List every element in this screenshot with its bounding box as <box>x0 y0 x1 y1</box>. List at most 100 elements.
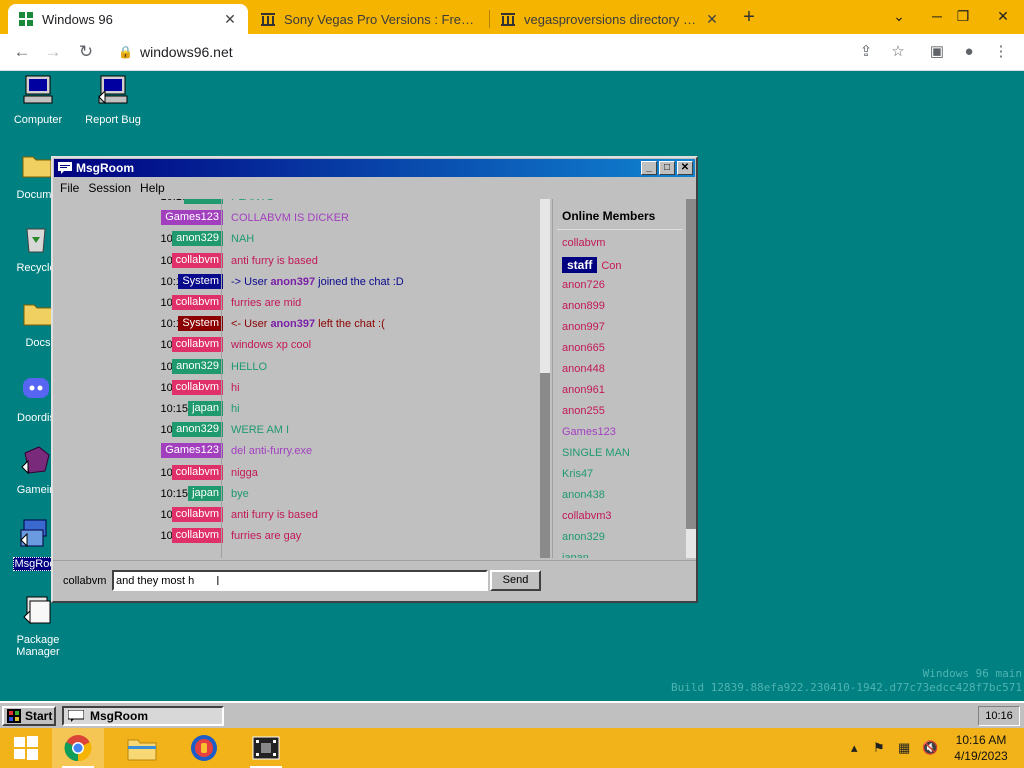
member-name: anon438 <box>562 489 605 501</box>
back-button[interactable]: ← <box>9 39 35 65</box>
system-clock: 10:16 <box>978 706 1020 726</box>
member-item[interactable]: SINGLE MAN <box>562 447 630 459</box>
message-username-badge[interactable]: collabvm <box>171 464 223 480</box>
more-menu-icon[interactable]: ⋮ <box>990 41 1012 63</box>
chat-log[interactable]: 10:15 AMKris47PLANTS10:15 AMGames123COLL… <box>55 199 542 558</box>
system-tray-clock[interactable]: 10:16 AM 4/19/2023 <box>950 732 1012 764</box>
close-tab-icon[interactable]: ✕ <box>222 11 238 28</box>
chat-message: 10:15 AMGames123COLLABVM IS DICKER <box>55 207 542 228</box>
share-icon[interactable]: ⇪ <box>855 41 877 63</box>
message-username-badge[interactable]: japan <box>188 485 223 501</box>
profile-avatar-icon[interactable]: ● <box>958 41 980 63</box>
vpn-shield-icon <box>191 735 217 761</box>
chat-scrollbar[interactable] <box>540 199 550 558</box>
network-icon[interactable]: ▦ <box>898 740 910 756</box>
chat-message: 10:15 AMSystem-> User anon397 joined the… <box>55 271 542 292</box>
close-button[interactable]: ✕ <box>677 161 693 175</box>
member-item[interactable]: anon726 <box>562 279 605 291</box>
message-text: del anti-furry.exe <box>231 445 313 458</box>
taskbar-vpn-app[interactable] <box>178 728 230 768</box>
message-username-badge[interactable]: collabvm <box>171 379 223 395</box>
menu-bar: File Session Help <box>53 178 696 198</box>
member-item[interactable]: anon438 <box>562 489 605 501</box>
tray-overflow-chevron-icon[interactable]: ▴ <box>851 740 858 756</box>
member-name: Kris47 <box>562 468 594 480</box>
tab-vegasproversions[interactable]: vegasproversions directory listinc ✕ <box>490 4 730 34</box>
package-manager-icon <box>23 596 51 625</box>
desktop-icon-report-bug[interactable]: Report Bug <box>75 73 151 126</box>
chat-message: 10:15 AManon329WERE AM I <box>55 419 542 440</box>
side-panel-icon[interactable]: ▣ <box>926 41 948 63</box>
send-button[interactable]: Send <box>490 570 541 591</box>
menu-help[interactable]: Help <box>137 181 171 195</box>
message-text: furries are mid <box>231 297 302 309</box>
minimize-button[interactable]: _ <box>641 161 657 175</box>
message-username-badge[interactable]: anon329 <box>172 358 223 374</box>
message-username-badge[interactable]: collabvm <box>171 528 223 544</box>
chat-message: 10:15 AMGames123del anti-furry.exe <box>55 440 542 461</box>
message-text: anti furry is based <box>231 509 318 521</box>
start-button[interactable]: Start <box>2 706 56 726</box>
member-item[interactable]: collabvm3 <box>562 510 612 522</box>
action-flag-icon[interactable]: ⚑ <box>873 740 885 756</box>
message-username-badge[interactable]: collabvm <box>171 252 223 268</box>
reload-button[interactable]: ↻ <box>73 39 99 65</box>
member-item[interactable]: collabvm <box>562 237 605 249</box>
new-tab-button[interactable]: + <box>738 5 760 29</box>
chat-message: 10:15 AManon329HELLO <box>55 356 542 377</box>
close-tab-icon[interactable]: ✕ <box>704 11 720 28</box>
member-item[interactable]: anon448 <box>562 363 605 375</box>
message-username-badge[interactable]: Kris47 <box>183 199 223 204</box>
member-item[interactable]: anon961 <box>562 384 605 396</box>
member-item[interactable]: anon899 <box>562 300 605 312</box>
forward-button[interactable]: → <box>40 39 66 65</box>
member-item[interactable]: Games123 <box>562 426 616 438</box>
message-input[interactable] <box>112 570 488 591</box>
member-item[interactable]: anon665 <box>562 342 605 354</box>
window-titlebar[interactable]: MsgRoom _ □ ✕ <box>54 159 695 177</box>
message-username-badge[interactable]: collabvm <box>171 337 223 353</box>
member-item[interactable]: staff Con <box>562 257 622 273</box>
message-input-row: collabvm I Send <box>53 560 696 601</box>
message-username-badge[interactable]: Games123 <box>161 443 223 459</box>
scrollbar-thumb[interactable] <box>540 373 550 558</box>
members-scrollbar[interactable] <box>686 199 696 558</box>
menu-file[interactable]: File <box>57 181 85 195</box>
menu-session[interactable]: Session <box>85 181 137 195</box>
address-bar[interactable]: 🔒 windows96.net <box>110 38 920 66</box>
tab-windows96[interactable]: Windows 96 ✕ <box>8 4 248 34</box>
taskbar-item-msgroom[interactable]: MsgRoom <box>62 706 224 726</box>
message-text: COLLABVM IS DICKER <box>231 212 349 225</box>
volume-muted-icon[interactable]: 🔇 <box>922 740 938 756</box>
message-username-badge[interactable]: japan <box>188 401 223 416</box>
message-username-badge[interactable]: Games123 <box>161 210 223 226</box>
message-username-badge[interactable]: System <box>178 273 223 289</box>
online-members-panel: Online Members collabvm staff Con anon726 an… <box>552 199 686 558</box>
system-message-user: anon397 <box>270 318 316 331</box>
message-username-badge[interactable]: collabvm <box>171 507 223 522</box>
chat-message: 10:15 AMcollabvmnigga <box>55 462 542 483</box>
windows-start-button[interactable] <box>0 728 52 768</box>
bookmark-star-icon[interactable]: ☆ <box>887 41 909 63</box>
message-username-badge[interactable]: collabvm <box>171 295 223 310</box>
scrollbar-thumb[interactable] <box>686 199 696 529</box>
message-username-badge[interactable]: anon329 <box>172 231 223 247</box>
message-username-badge[interactable]: System <box>178 316 223 332</box>
tab-sony-vegas[interactable]: Sony Vegas Pro Versions : Free D <box>250 4 490 34</box>
taskbar-file-explorer[interactable] <box>116 728 168 768</box>
member-item[interactable]: japan <box>562 552 589 558</box>
message-username-badge[interactable]: anon329 <box>172 422 223 438</box>
member-item[interactable]: Kris47 <box>562 468 593 480</box>
maximize-button[interactable]: □ <box>659 161 675 175</box>
taskbar-video-editor[interactable] <box>240 728 292 768</box>
lock-icon[interactable]: 🔒 <box>118 45 133 59</box>
taskbar-chrome[interactable] <box>52 728 104 768</box>
member-item[interactable]: anon997 <box>562 321 605 333</box>
system-message-prefix: -> User <box>231 275 271 288</box>
message-text: NAH <box>231 233 255 246</box>
desktop-icon-computer[interactable]: Computer <box>0 73 76 126</box>
member-item[interactable]: anon255 <box>562 405 605 417</box>
message-text: bye <box>231 487 249 500</box>
member-item[interactable]: anon329 <box>562 531 605 543</box>
close-window-button[interactable]: ✕ <box>980 0 1024 32</box>
